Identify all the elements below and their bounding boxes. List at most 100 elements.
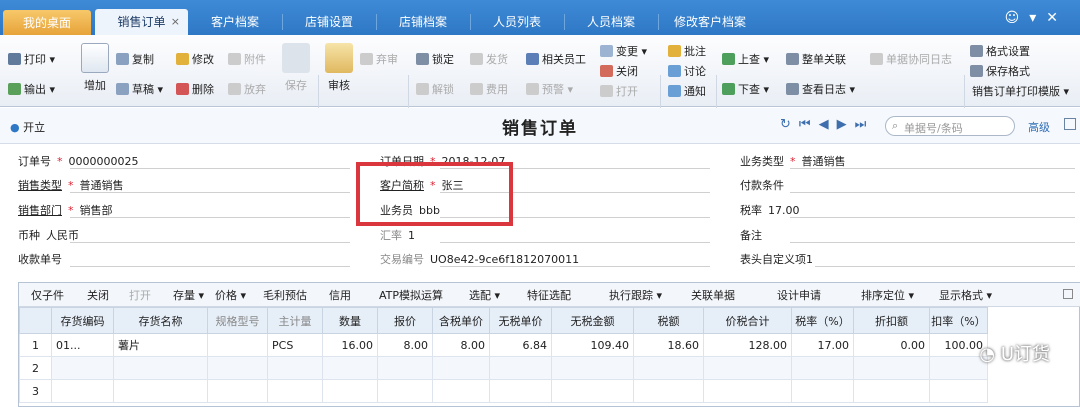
user-menu-icons[interactable]: ☺▾✕	[1005, 10, 1068, 26]
paperclip-icon	[228, 53, 241, 65]
print-template-select[interactable]: 销售订单打印模版 ▾	[972, 83, 1069, 101]
dept-field[interactable]: 销售部	[80, 204, 113, 217]
save-button[interactable]: 保存	[282, 43, 310, 93]
discuss-button[interactable]: 讨论	[668, 63, 706, 81]
col-header[interactable]: 数量	[322, 307, 378, 334]
col-header[interactable]: 无税金额	[551, 307, 634, 334]
ship-button[interactable]: 发货	[470, 51, 508, 69]
grid-btn-sort[interactable]: 排序定位 ▾	[861, 287, 914, 303]
tab-home[interactable]: 我的桌面	[3, 10, 91, 35]
format-icon	[970, 45, 983, 57]
grid-btn-display[interactable]: 显示格式 ▾	[939, 287, 992, 303]
save-format-icon	[970, 65, 983, 77]
detail-grid: 仅子件 关闭 打开 存量 ▾ 价格 ▾ 毛利预估 信用 ATP模拟运算 选配 ▾…	[18, 282, 1080, 407]
grid-toolbar: 仅子件 关闭 打开 存量 ▾ 价格 ▾ 毛利预估 信用 ATP模拟运算 选配 ▾…	[19, 283, 1080, 307]
currency-field[interactable]: 人民币	[46, 229, 79, 242]
tab-staff-file[interactable]: 人员档案	[566, 9, 656, 35]
table-row[interactable]: 3	[19, 379, 988, 403]
edit-button[interactable]: 修改	[176, 51, 214, 69]
open-button[interactable]: 打开	[600, 83, 638, 101]
log-icon	[786, 83, 799, 95]
lock-button[interactable]: 锁定	[416, 51, 454, 69]
col-header[interactable]: 税额	[633, 307, 704, 334]
grid-btn-design[interactable]: 设计申请	[777, 287, 821, 303]
tab-store-settings[interactable]: 店铺设置	[284, 9, 374, 35]
warn-icon	[526, 83, 539, 95]
add-button[interactable]: 增加	[80, 43, 110, 93]
col-header[interactable]: 价税合计	[703, 307, 792, 334]
grid-btn-open[interactable]: 打开	[129, 287, 151, 303]
staff-icon	[526, 53, 539, 65]
grid-btn-credit[interactable]: 信用	[329, 287, 351, 303]
annotate-icon	[668, 45, 681, 57]
down-query-button[interactable]: 下查 ▾	[722, 81, 769, 99]
highlight-box	[356, 162, 513, 226]
grid-btn-feature[interactable]: 特征选配	[527, 287, 571, 303]
grid-btn-track[interactable]: 执行跟踪 ▾	[609, 287, 662, 303]
col-header[interactable]: 规格型号	[207, 307, 268, 334]
draft-button[interactable]: 草稿 ▾	[116, 81, 163, 99]
tab-sales-order[interactable]: 销售订单 ×	[95, 9, 188, 35]
tab-staff-list[interactable]: 人员列表	[472, 9, 562, 35]
col-header[interactable]: 税率（%）	[791, 307, 854, 334]
delete-button[interactable]: 删除	[176, 81, 214, 99]
add-icon	[81, 43, 109, 73]
col-header[interactable]: 无税单价	[489, 307, 552, 334]
annotate-button[interactable]: 批注	[668, 43, 706, 61]
close-order-button[interactable]: 关闭	[600, 63, 638, 81]
col-header[interactable]: 扣率（%）	[929, 307, 988, 334]
abandon-icon	[228, 83, 241, 95]
col-header[interactable]: 存货编码	[51, 307, 114, 334]
expand-icon[interactable]	[1063, 289, 1073, 299]
grid-btn-config[interactable]: 选配 ▾	[469, 287, 500, 303]
print-button[interactable]: 打印 ▾	[8, 51, 55, 69]
grid-btn-atp[interactable]: ATP模拟运算	[379, 287, 443, 303]
cost-button[interactable]: 费用	[470, 81, 508, 99]
grid-btn-margin[interactable]: 毛利预估	[263, 287, 307, 303]
link-all-button[interactable]: 整单关联	[786, 51, 846, 69]
table-row[interactable]: 2	[19, 356, 988, 380]
tab-edit-customer[interactable]: 修改客户档案	[660, 9, 760, 35]
exrate-field[interactable]: 1	[408, 229, 415, 242]
sale-type-field[interactable]: 普通销售	[80, 179, 124, 192]
close-icon[interactable]: ×	[171, 9, 180, 35]
collab-log-button[interactable]: 单据协同日志	[870, 51, 952, 69]
export-button[interactable]: 输出 ▾	[8, 81, 55, 99]
grid-btn-price[interactable]: 价格 ▾	[215, 287, 246, 303]
order-no-field[interactable]: 0000000025	[69, 155, 139, 168]
col-header[interactable]: 存货名称	[113, 307, 208, 334]
delete-icon	[176, 83, 189, 95]
prewarn-button[interactable]: 预警 ▾	[526, 81, 573, 99]
abandon-button[interactable]: 放弃	[228, 81, 266, 99]
grid-btn-subonly[interactable]: 仅子件	[31, 287, 64, 303]
col-header[interactable]: 报价	[377, 307, 433, 334]
discard-audit-button[interactable]: 弃审	[360, 51, 398, 69]
table-header: 存货编码 存货名称 规格型号 主计量 数量 报价 含税单价 无税单价 无税金额 税额 价税合计 税率（…	[19, 307, 988, 334]
change-button[interactable]: 变更 ▾	[600, 43, 647, 61]
biz-type-field[interactable]: 普通销售	[802, 155, 846, 168]
col-header[interactable]: 折扣额	[853, 307, 930, 334]
detail-table: 存货编码 存货名称 规格型号 主计量 数量 报价 含税单价 无税单价 无税金额 税额 价税合计 税率（…	[19, 307, 988, 403]
tab-store-file[interactable]: 店铺档案	[378, 9, 468, 35]
format-settings-button[interactable]: 格式设置	[970, 43, 1030, 61]
grid-btn-related[interactable]: 关联单据	[691, 287, 735, 303]
view-log-button[interactable]: 查看日志 ▾	[786, 81, 855, 99]
grid-btn-stock[interactable]: 存量 ▾	[173, 287, 204, 303]
unlock-icon	[416, 83, 429, 95]
txn-field[interactable]: UO8e42-9ce6f1812070011	[430, 253, 579, 266]
col-header[interactable]: 主计量	[267, 307, 323, 334]
tab-customer-file[interactable]: 客户档案	[190, 9, 280, 35]
up-query-button[interactable]: 上查 ▾	[722, 51, 769, 69]
audit-button[interactable]: 审核	[324, 43, 354, 93]
notify-button[interactable]: 通知	[668, 83, 706, 101]
attach-button[interactable]: 附件	[228, 51, 266, 69]
copy-button[interactable]: 复制	[116, 51, 154, 69]
order-form: 订单号 * 0000000025 订单日期 * 2018-12-07 业务类型 * 普通销售…	[0, 145, 1080, 280]
save-format-button[interactable]: 保存格式	[970, 63, 1030, 81]
col-header[interactable]: 含税单价	[432, 307, 490, 334]
grid-btn-close[interactable]: 关闭	[87, 287, 109, 303]
tax-rate-field[interactable]: 17.00	[768, 204, 800, 217]
table-row[interactable]: 1 01... 薯片 PCS 16.00 8.00 8.00 6.84 109.40 18.60 1…	[19, 333, 988, 357]
unlock-button[interactable]: 解锁	[416, 81, 454, 99]
related-staff-button[interactable]: 相关员工	[526, 51, 586, 69]
